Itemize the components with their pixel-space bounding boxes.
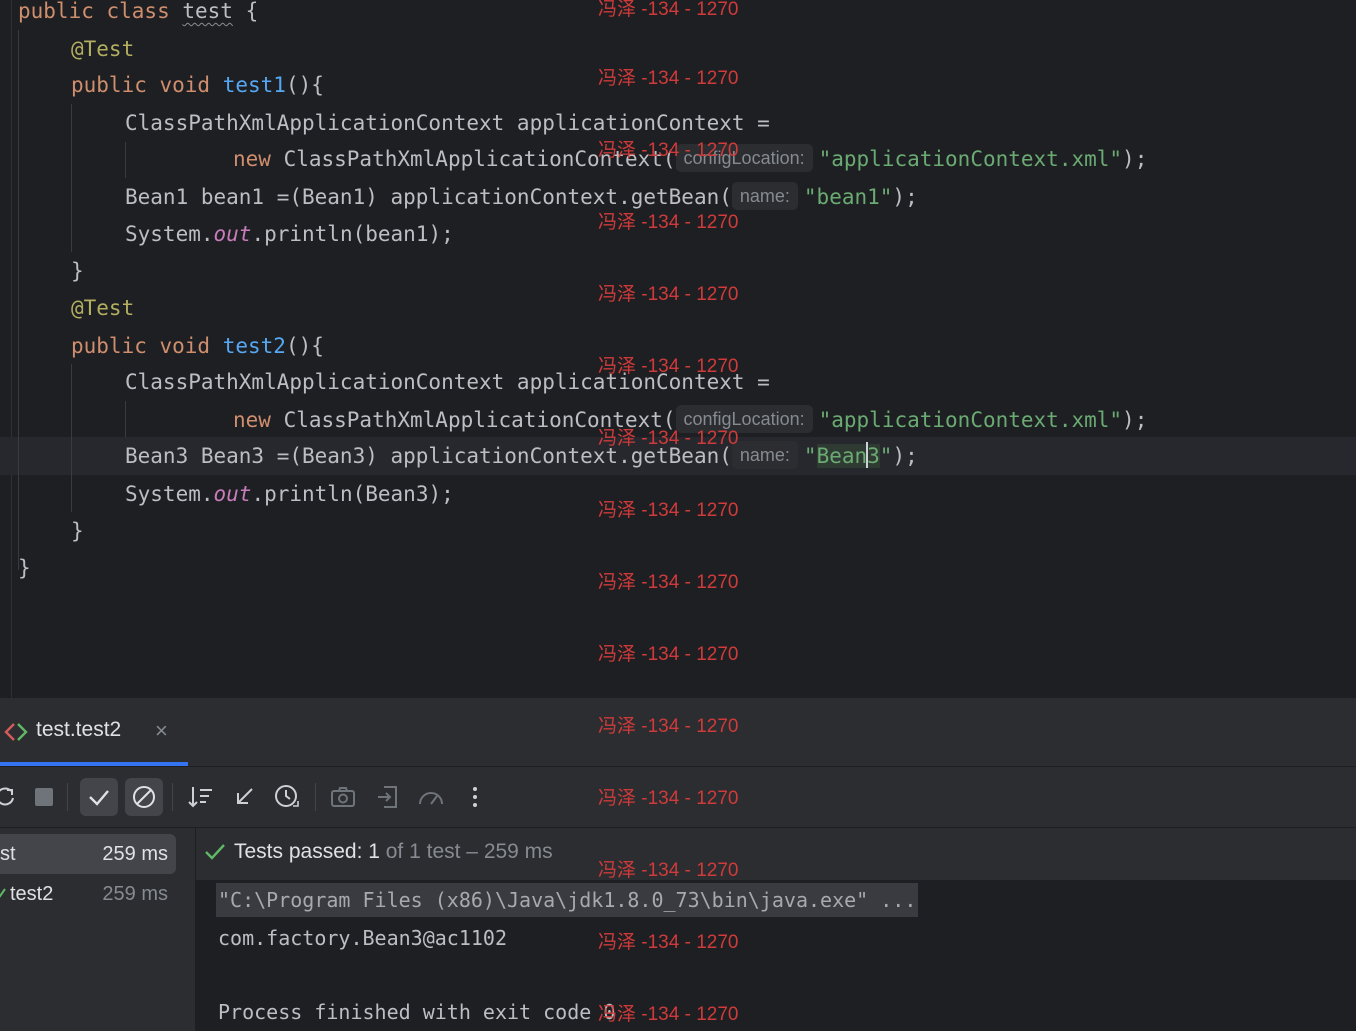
string-literal-selected: Bean3 — [816, 442, 880, 468]
indent-guide — [71, 364, 72, 512]
getbean-call: Bean3 Bean3 =(Bean3) applicationContext.… — [125, 444, 732, 468]
code-line-method2-signature[interactable]: public void test2(){ — [71, 327, 324, 365]
coverage-icon[interactable] — [412, 778, 450, 816]
console-command-line[interactable]: "C:\Program Files (x86)\Java\jdk1.8.0_73… — [216, 883, 919, 917]
code-line-println[interactable]: System.out.println(Bean3); — [125, 475, 454, 513]
stmt-end: ); — [1122, 408, 1148, 432]
println-call: .println(bean1); — [251, 222, 454, 246]
code-line-class[interactable]: public class test { — [18, 0, 258, 30]
run-tool-window: test.test2 × st 259 ms test2 259 ms Test… — [0, 698, 1356, 1031]
tree-item-time: 259 ms — [102, 843, 168, 865]
test-results-tree: st 259 ms test2 259 ms — [0, 828, 196, 1031]
class-close-brace[interactable]: } — [18, 549, 31, 587]
gutter-divider — [11, 0, 12, 698]
active-tab-indicator — [0, 762, 188, 766]
constructor: ClassPathXmlApplicationContext( — [283, 147, 676, 171]
console-exit-line: Process finished with exit code 0 — [218, 1000, 616, 1024]
tab-test-test2[interactable]: test.test2 × — [0, 698, 188, 766]
toolbar-separator — [67, 783, 68, 811]
keyword: new — [233, 408, 284, 432]
stop-icon[interactable] — [25, 778, 63, 816]
paren: (){ — [285, 334, 324, 358]
sort-icon[interactable] — [182, 778, 220, 816]
keyword: public class — [18, 0, 183, 23]
tab-label: test.test2 — [36, 718, 122, 741]
check-icon — [205, 844, 225, 860]
keyword: public void — [71, 73, 223, 97]
tree-item-name: st — [0, 843, 16, 865]
history-icon[interactable] — [268, 778, 306, 816]
string-literal: "bean1" — [803, 185, 893, 209]
stmt-end: ); — [892, 444, 918, 468]
keyword: public void — [71, 334, 223, 358]
paren: (){ — [285, 73, 324, 97]
class-name: test — [182, 0, 233, 23]
annotation-test[interactable]: @Test — [71, 30, 134, 68]
text-caret — [866, 442, 869, 468]
camera-icon[interactable] — [324, 778, 362, 816]
code-editor[interactable]: public class test { @Test public void te… — [0, 0, 1356, 698]
console-output-line: com.factory.Bean3@ac1102 — [218, 926, 507, 950]
stmt-end: ); — [892, 185, 918, 209]
code-line-context-decl[interactable]: ClassPathXmlApplicationContext applicati… — [125, 104, 770, 142]
stmt-end: ); — [1122, 147, 1148, 171]
param-hint: configLocation: — [675, 144, 813, 172]
export-icon[interactable] — [369, 778, 407, 816]
tests-passed-status: Tests passed: 1 of 1 test – 259 ms — [234, 840, 553, 863]
static-field: out — [213, 222, 252, 246]
toolbar-separator — [315, 783, 316, 811]
tree-item-name: test2 — [10, 883, 54, 905]
check-icon — [0, 888, 6, 898]
param-hint: configLocation: — [675, 405, 813, 433]
method-close-brace[interactable]: } — [71, 512, 84, 550]
collapse-icon[interactable] — [225, 778, 263, 816]
method-close-brace[interactable]: } — [71, 252, 84, 290]
tree-item-root[interactable]: st 259 ms — [0, 834, 176, 874]
rerun-icon[interactable] — [0, 778, 24, 816]
console-output[interactable]: Tests passed: 1 of 1 test – 259 ms "C:\P… — [196, 828, 1356, 1031]
indent-guide — [71, 104, 72, 252]
show-passed-icon[interactable] — [80, 778, 118, 816]
method-name: test2 — [222, 334, 286, 358]
annotation-test[interactable]: @Test — [71, 289, 134, 327]
system-ref: System. — [125, 222, 214, 246]
code-line-context-new[interactable]: new ClassPathXmlApplicationContext(confi… — [233, 140, 1147, 178]
string-literal: "applicationContext.xml" — [818, 147, 1123, 171]
string-literal: "applicationContext.xml" — [818, 408, 1123, 432]
tree-item-test2[interactable]: test2 259 ms — [0, 874, 176, 914]
indent-guide — [125, 142, 126, 178]
static-field: out — [213, 482, 252, 506]
println-call: .println(Bean3); — [251, 482, 454, 506]
show-ignored-icon[interactable] — [125, 778, 163, 816]
toolbar-separator — [172, 783, 173, 811]
run-tab-bar: test.test2 × — [0, 698, 1356, 767]
more-icon[interactable] — [456, 778, 494, 816]
system-ref: System. — [125, 482, 214, 506]
code-line-getbean-current[interactable]: Bean3 Bean3 =(Bean3) applicationContext.… — [125, 437, 918, 475]
code-line-context-decl[interactable]: ClassPathXmlApplicationContext applicati… — [125, 363, 770, 401]
string-quote: " — [803, 444, 817, 468]
string-quote: " — [879, 444, 893, 468]
code-line-context-new[interactable]: new ClassPathXmlApplicationContext(confi… — [233, 401, 1147, 439]
indent-guide — [18, 30, 19, 570]
method-name: test1 — [222, 73, 286, 97]
param-hint: name: — [731, 441, 798, 469]
close-icon[interactable]: × — [155, 718, 168, 744]
run-toolbar — [0, 767, 1356, 828]
test-status-bar: Tests passed: 1 of 1 test – 259 ms — [196, 828, 1356, 880]
constructor: ClassPathXmlApplicationContext( — [283, 408, 676, 432]
tree-item-time: 259 ms — [102, 883, 168, 905]
keyword: new — [233, 147, 284, 171]
test-run-icon — [4, 723, 28, 741]
param-hint: name: — [731, 182, 798, 210]
code-line-getbean[interactable]: Bean1 bean1 =(Bean1) applicationContext.… — [125, 178, 918, 216]
code-line-println[interactable]: System.out.println(bean1); — [125, 215, 454, 253]
getbean-call: Bean1 bean1 =(Bean1) applicationContext.… — [125, 185, 732, 209]
brace: { — [232, 0, 259, 23]
code-line-method1-signature[interactable]: public void test1(){ — [71, 66, 324, 104]
indent-guide — [125, 401, 126, 437]
